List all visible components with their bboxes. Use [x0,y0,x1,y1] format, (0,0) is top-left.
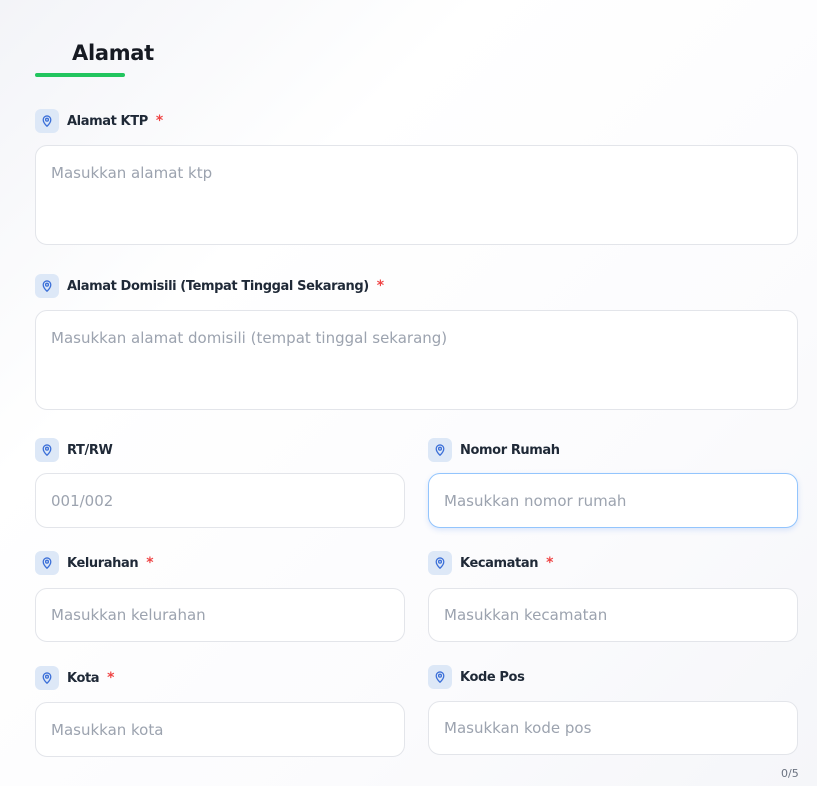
kecamatan-label-row: Kecamatan * [428,551,798,575]
rt-rw-field: RT/RW [35,438,405,528]
kode-pos-char-counter: 0/5 [781,767,799,780]
kota-field: Kota * [35,666,405,757]
alamat-domisili-textarea[interactable] [35,310,798,410]
kecamatan-input[interactable] [428,588,798,642]
map-pin-icon [428,438,452,462]
section-title-underline [35,73,125,77]
rt-rw-label-row: RT/RW [35,438,405,462]
alamat-domisili-label-row: Alamat Domisili (Tempat Tinggal Sekarang… [35,274,798,298]
nomor-rumah-label: Nomor Rumah [460,442,560,458]
required-asterisk: * [155,113,164,129]
kota-label: Kota [67,670,100,686]
required-asterisk: * [146,555,154,571]
rt-rw-input[interactable] [35,473,405,528]
map-pin-icon [35,109,59,133]
kode-pos-input[interactable] [428,701,798,755]
nomor-rumah-field: Nomor Rumah [428,438,798,528]
map-pin-icon [35,666,59,690]
alamat-ktp-label: Alamat KTP [67,113,148,129]
kelurahan-field: Kelurahan * [35,551,405,642]
kota-label-row: Kota * [35,666,405,690]
kecamatan-label: Kecamatan [460,555,539,571]
map-pin-icon [35,438,59,462]
kelurahan-input[interactable] [35,588,405,642]
kode-pos-field: Kode Pos [428,665,798,756]
kecamatan-field: Kecamatan * [428,551,798,642]
alamat-ktp-label-row: Alamat KTP * [35,109,798,133]
rt-rw-label: RT/RW [67,442,113,458]
alamat-ktp-textarea[interactable] [35,145,798,245]
section-header: Alamat [35,38,335,77]
alamat-domisili-field: Alamat Domisili (Tempat Tinggal Sekarang… [35,274,798,410]
map-pin-icon [428,665,452,689]
required-asterisk: * [376,278,385,294]
kelurahan-label: Kelurahan [67,555,139,571]
required-asterisk: * [107,670,115,686]
map-pin-icon [35,551,59,575]
alamat-ktp-field: Alamat KTP * [35,109,798,245]
nomor-rumah-label-row: Nomor Rumah [428,438,798,462]
kode-pos-label-row: Kode Pos [428,665,798,689]
required-asterisk: * [546,555,554,571]
map-pin-icon [35,274,59,298]
kode-pos-label: Kode Pos [460,669,525,685]
kelurahan-label-row: Kelurahan * [35,551,405,575]
map-pin-icon [428,551,452,575]
section-title: Alamat [72,41,154,65]
kota-input[interactable] [35,702,405,757]
alamat-domisili-label: Alamat Domisili (Tempat Tinggal Sekarang… [67,278,369,294]
nomor-rumah-input[interactable] [428,473,798,528]
